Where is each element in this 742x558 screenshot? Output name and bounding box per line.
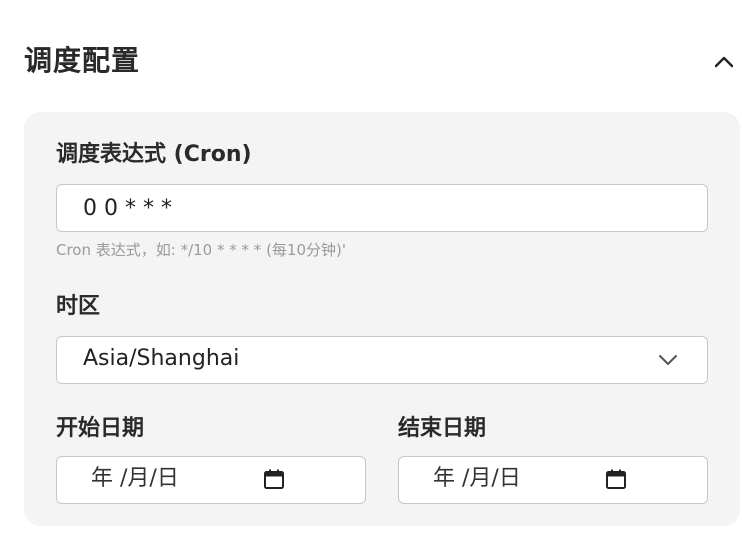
- calendar-icon[interactable]: [605, 468, 627, 490]
- timezone-select[interactable]: Asia/Shanghai: [56, 336, 708, 384]
- cron-hint: Cron 表达式，如: */10 * * * * (每10分钟)': [56, 241, 346, 259]
- timezone-selected-value: Asia/Shanghai: [83, 346, 240, 371]
- calendar-icon[interactable]: [263, 468, 285, 490]
- end-date-label: 结束日期: [398, 416, 487, 441]
- cron-input[interactable]: [56, 184, 708, 232]
- start-date-input[interactable]: 年 /月/日: [56, 456, 366, 504]
- timezone-label: 时区: [56, 294, 101, 319]
- chevron-down-icon: [657, 348, 679, 370]
- cron-label: 调度表达式 (Cron): [56, 142, 252, 167]
- schedule-config-header[interactable]: 调度配置: [24, 40, 742, 84]
- end-date-input[interactable]: 年 /月/日: [398, 456, 708, 504]
- schedule-config-panel: 调度表达式 (Cron) Cron 表达式，如: */10 * * * * (每…: [24, 112, 740, 526]
- start-date-label: 开始日期: [56, 416, 145, 441]
- end-date-placeholder: 年 /月/日: [433, 466, 521, 491]
- start-date-placeholder: 年 /月/日: [91, 466, 179, 491]
- chevron-up-icon[interactable]: [712, 50, 736, 74]
- section-title: 调度配置: [24, 44, 141, 77]
